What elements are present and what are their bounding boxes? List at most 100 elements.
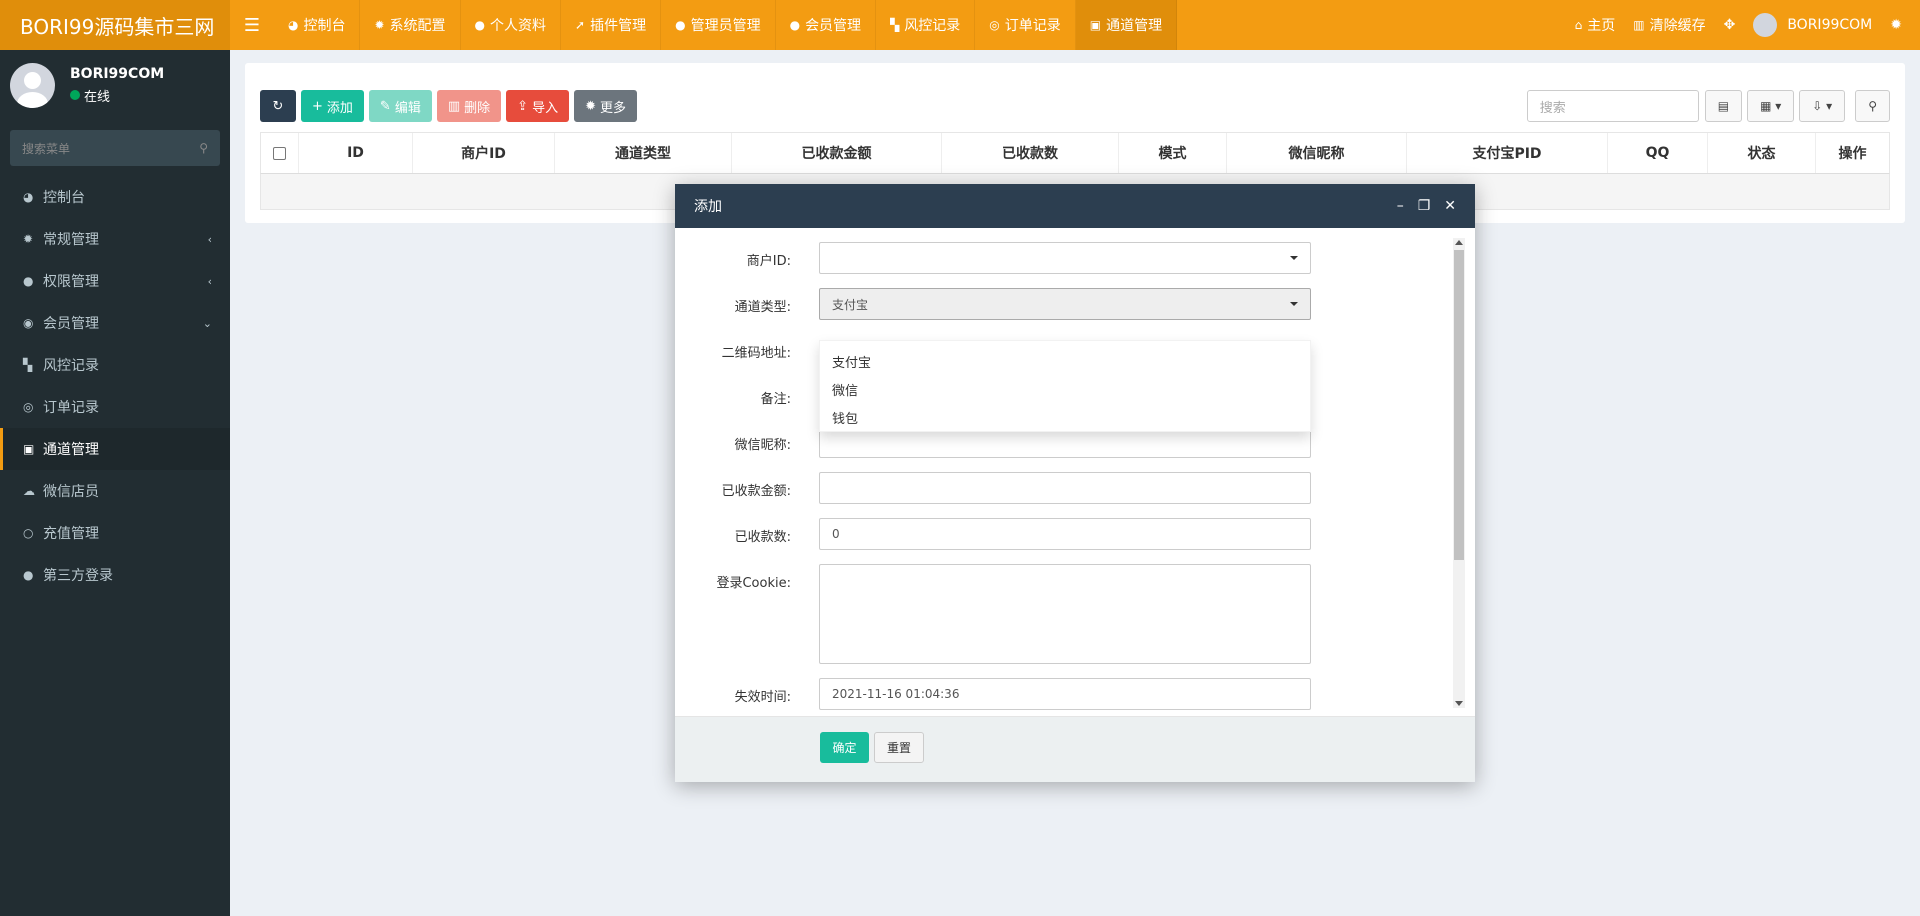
- scroll-up-icon[interactable]: [1455, 240, 1463, 245]
- user-menu[interactable]: BORI99COM: [1753, 13, 1872, 37]
- dialog-scrollbar[interactable]: [1453, 238, 1465, 708]
- caret-down-icon: [1290, 302, 1298, 306]
- column-header[interactable]: ID: [299, 133, 413, 173]
- select-all-checkbox[interactable]: [273, 146, 286, 160]
- maximize-icon[interactable]: ❐: [1418, 198, 1431, 214]
- confirm-button[interactable]: 确定: [820, 732, 869, 763]
- column-header[interactable]: 状态: [1708, 133, 1816, 173]
- sidebar-item-orders[interactable]: ◎ 订单记录: [0, 386, 230, 428]
- column-header[interactable]: QQ: [1608, 133, 1708, 173]
- status-badge: 在线: [70, 86, 164, 105]
- reset-button[interactable]: 重置: [874, 732, 924, 763]
- nav-dashboard[interactable]: ◕ 控制台: [274, 0, 361, 50]
- dropdown-option[interactable]: 支付宝: [820, 347, 1310, 375]
- channel-icon: ▣: [1089, 18, 1102, 32]
- nav-system-config[interactable]: ✹ 系统配置: [360, 0, 461, 50]
- minimize-icon[interactable]: –: [1397, 198, 1404, 214]
- nav-risk[interactable]: ▚ 风控记录: [876, 0, 976, 50]
- export-button[interactable]: ⇩ ▾: [1799, 90, 1846, 122]
- sidebar-item-general[interactable]: ✹ 常规管理 ‹: [0, 218, 230, 260]
- edit-button[interactable]: ✎ 编辑: [368, 90, 432, 122]
- merchant-id-select[interactable]: [819, 242, 1311, 274]
- add-dialog: 添加 – ❐ ✕ 商户ID: 通道类型: 支付宝 二维码地址: 备注: 微信昵称…: [675, 184, 1475, 782]
- user-circle-icon: ◉: [23, 316, 34, 330]
- map-icon: ▚: [23, 358, 33, 372]
- more-button[interactable]: ✹ 更多: [574, 90, 637, 122]
- sidebar-item-third-party-login[interactable]: ● 第三方登录: [0, 554, 230, 596]
- sidebar-toggle[interactable]: ☰: [230, 0, 274, 50]
- dialog-footer: 确定 重置: [675, 716, 1475, 782]
- import-button[interactable]: ⇪ 导入: [506, 90, 570, 122]
- scroll-thumb[interactable]: [1454, 250, 1464, 560]
- channel-type-select[interactable]: 支付宝: [819, 288, 1311, 320]
- sidebar-item-risk[interactable]: ▚ 风控记录: [0, 344, 230, 386]
- nav-channels[interactable]: ▣ 通道管理: [1075, 0, 1178, 50]
- chevron-left-icon: ‹: [207, 232, 212, 246]
- brand-logo[interactable]: BORI99源码集市三网: [0, 0, 230, 50]
- wechat-icon: ☁: [23, 484, 35, 498]
- online-dot-icon: [70, 90, 80, 100]
- search-icon: ⚲: [1868, 99, 1877, 113]
- sidebar-item-channels[interactable]: ▣ 通道管理: [0, 428, 230, 470]
- gear-icon: ✹: [585, 98, 596, 114]
- sidebar-item-permissions[interactable]: ● 权限管理 ‹: [0, 260, 230, 302]
- expire-time-input[interactable]: 2021-11-16 01:04:36: [819, 678, 1311, 710]
- nav-right: ⌂ 主页 ▥ 清除缓存 ✥ BORI99COM ✹: [1575, 0, 1920, 50]
- sidebar-search-input[interactable]: 搜索菜单 ⚲: [10, 130, 220, 166]
- received-count-input[interactable]: 0: [819, 518, 1311, 550]
- column-header[interactable]: 商户ID: [413, 133, 555, 173]
- expand-icon: ✥: [1723, 17, 1736, 33]
- nav-members[interactable]: ● 会员管理: [776, 0, 877, 50]
- column-header[interactable]: 操作: [1816, 133, 1889, 173]
- dialog-header: 添加 – ❐ ✕: [675, 184, 1475, 228]
- sidebar-item-wechat-staff[interactable]: ☁ 微信店员: [0, 470, 230, 512]
- home-link[interactable]: ⌂ 主页: [1575, 15, 1616, 35]
- trash-icon: ▥: [447, 98, 461, 114]
- group-icon: ●: [23, 274, 34, 288]
- delete-button[interactable]: ▥ 删除: [436, 90, 502, 122]
- field-label: 商户ID:: [746, 254, 791, 269]
- avatar: [1753, 13, 1778, 37]
- settings-button[interactable]: ✹: [1890, 17, 1902, 33]
- login-cookie-textarea[interactable]: [819, 564, 1311, 664]
- table-search-input[interactable]: 搜索: [1526, 90, 1699, 122]
- toggle-view-button[interactable]: ▤: [1704, 90, 1743, 122]
- column-header[interactable]: 模式: [1119, 133, 1227, 173]
- column-header[interactable]: 已收款数: [942, 133, 1119, 173]
- add-button[interactable]: + 添加: [301, 90, 364, 122]
- group-icon: ●: [23, 568, 34, 582]
- fullscreen-button[interactable]: ✥: [1724, 17, 1736, 33]
- search-icon: ⚲: [199, 141, 208, 155]
- nav-profile[interactable]: ● 个人资料: [461, 0, 562, 50]
- nav-orders[interactable]: ◎ 订单记录: [975, 0, 1076, 50]
- dropdown-option[interactable]: 微信: [820, 375, 1310, 403]
- column-header[interactable]: 通道类型: [555, 133, 732, 173]
- field-label: 登录Cookie:: [716, 576, 791, 591]
- sidebar-item-members[interactable]: ◉ 会员管理 ⌄: [0, 302, 230, 344]
- sidebar: BORI99COM 在线 搜索菜单 ⚲ ◕ 控制台 ✹ 常规管理 ‹ ● 权限管理 ‹ ◉…: [0, 50, 230, 916]
- channel-icon: ▣: [23, 442, 35, 456]
- received-amount-input[interactable]: [819, 472, 1311, 504]
- circle-icon: ○: [23, 526, 34, 540]
- scroll-down-icon[interactable]: [1455, 701, 1463, 706]
- close-icon[interactable]: ✕: [1444, 198, 1456, 214]
- column-header[interactable]: 微信昵称: [1227, 133, 1407, 173]
- rocket-icon: ➚: [575, 18, 586, 32]
- nav-plugins[interactable]: ➚ 插件管理: [561, 0, 662, 50]
- sidebar-item-recharge[interactable]: ○ 充值管理: [0, 512, 230, 554]
- refresh-button[interactable]: ↻: [260, 90, 296, 122]
- refresh-icon: ↻: [272, 98, 284, 114]
- column-header[interactable]: 已收款金额: [732, 133, 942, 173]
- dropdown-option[interactable]: 钱包: [820, 403, 1310, 431]
- clear-cache-button[interactable]: ▥ 清除缓存: [1633, 15, 1705, 35]
- select-all-cell: [261, 133, 299, 173]
- sidebar-item-dashboard[interactable]: ◕ 控制台: [0, 176, 230, 218]
- search-toggle-button[interactable]: ⚲: [1855, 90, 1890, 122]
- field-label: 通道类型:: [734, 300, 791, 315]
- chrome-icon: ◎: [23, 400, 34, 414]
- columns-button[interactable]: ▦ ▾: [1747, 90, 1795, 122]
- table-header: ID 商户ID 通道类型 已收款金额 已收款数 模式 微信昵称 支付宝PID Q…: [260, 132, 1890, 174]
- chevron-left-icon: ‹: [207, 274, 212, 288]
- column-header[interactable]: 支付宝PID: [1407, 133, 1608, 173]
- nav-admins[interactable]: ● 管理员管理: [661, 0, 776, 50]
